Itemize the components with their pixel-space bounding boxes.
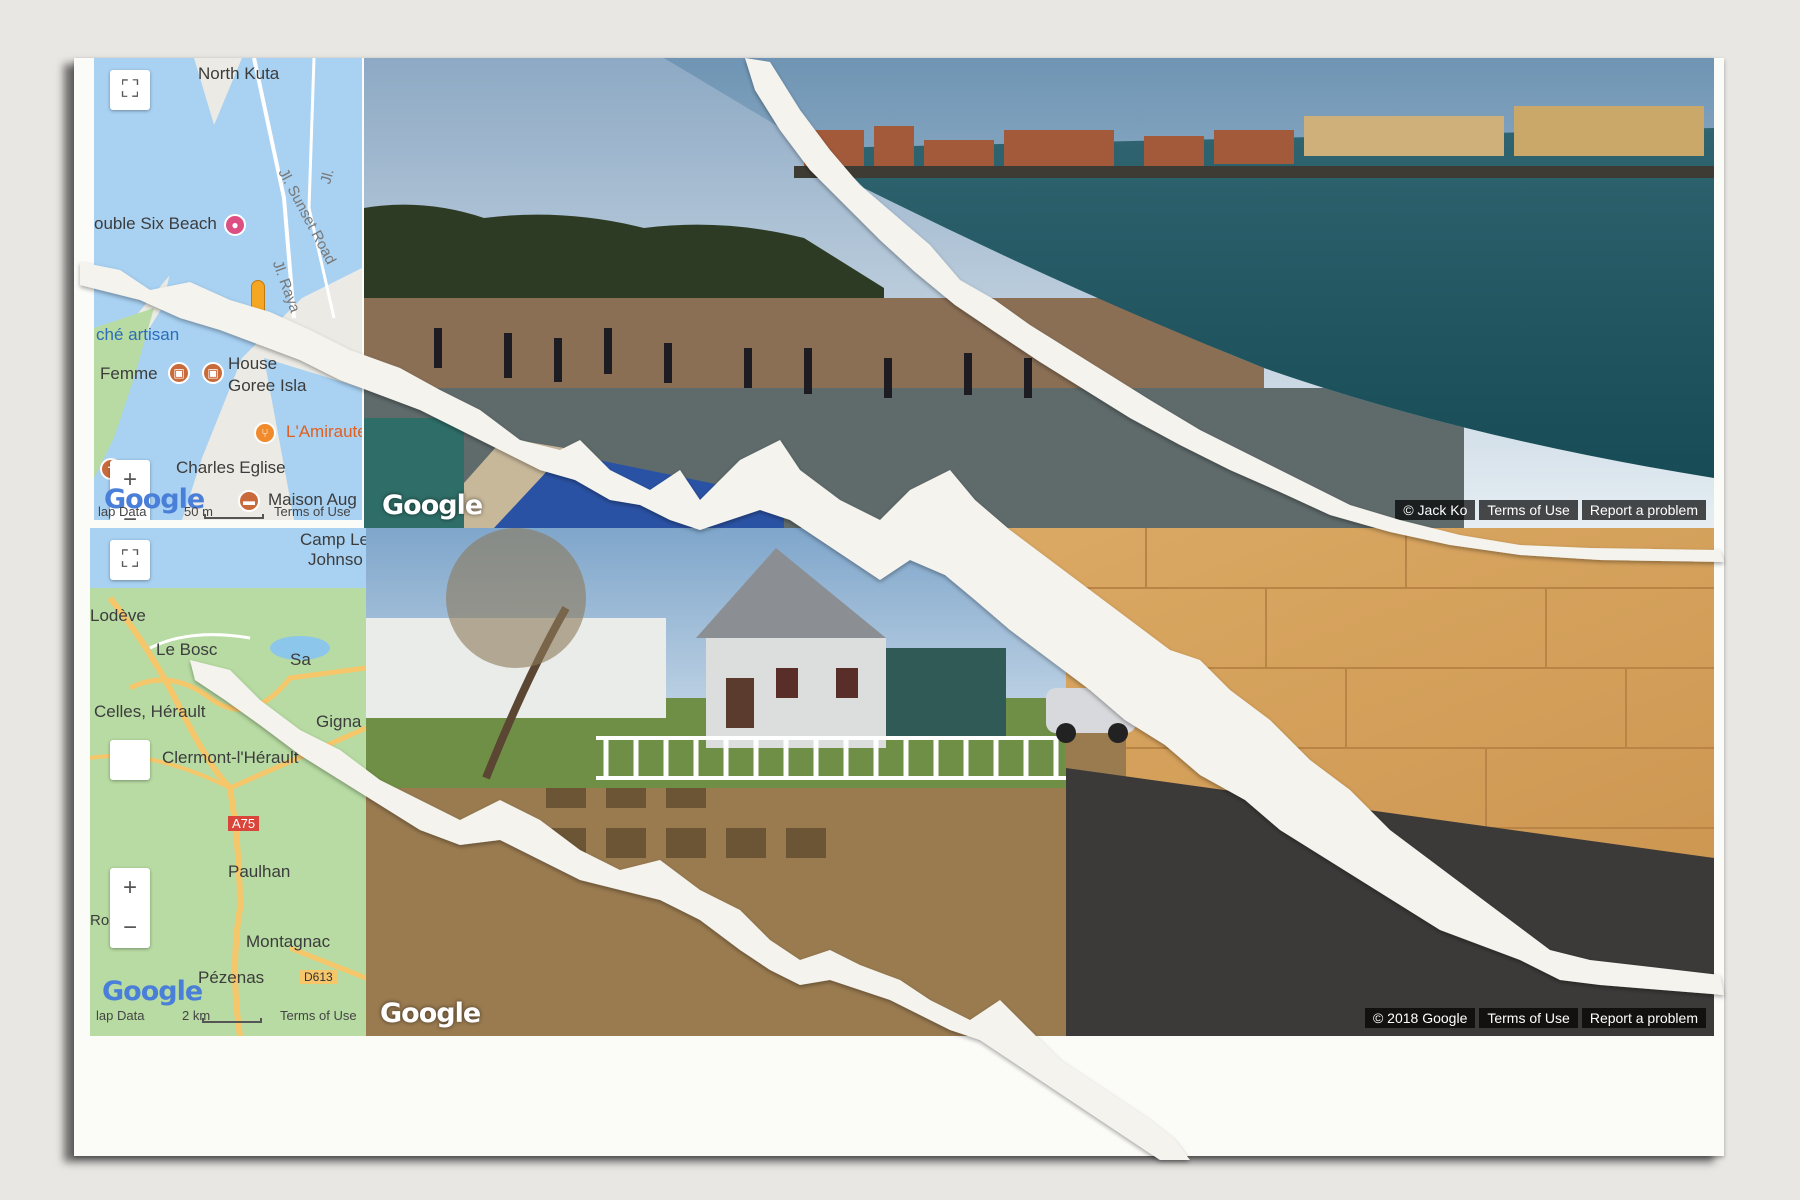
map-label-house: House [228, 354, 278, 373]
fullscreen-icon-bottom[interactable]: ⛶ [110, 540, 150, 580]
hotel-icon: ▬ [238, 490, 260, 512]
sv-bottom-credit: © 2018 Google [1364, 1008, 1476, 1028]
map-panel-bottom[interactable]: ⛶ Camp Le Johnso Lodève Le Bosc Sa Celle… [90, 528, 366, 1036]
map-bottom-blank-control[interactable] [110, 740, 150, 780]
map-label-femme: Femme [100, 364, 158, 383]
sv-top-terms-link[interactable]: Terms of Use [1479, 500, 1578, 520]
map-top-terms-link[interactable]: Terms of Use [274, 504, 351, 519]
map-label-north-kuta: North Kuta [198, 64, 280, 83]
zoom-control-bottom[interactable]: + − [110, 868, 150, 948]
map-label-gigna: Gigna [316, 712, 362, 731]
sv-bottom-terms-link[interactable]: Terms of Use [1479, 1008, 1578, 1028]
map-label-camp: Camp Le [300, 530, 366, 549]
map-label-amiraute: L'Amiraute [286, 422, 362, 441]
map-label-clermont: Clermont-l'Hérault [162, 748, 299, 767]
map-bottom-data-label: lap Data [96, 1008, 145, 1023]
sv-bottom-footer: © 2018 Google Terms of Use Report a prob… [1364, 1008, 1706, 1028]
photo-card: North Kuta ouble Six Beach ● Jl. Sunset … [74, 58, 1724, 1156]
google-logo-sv-bottom: Google [380, 998, 481, 1029]
map-label-sa: Sa [290, 650, 311, 669]
map-label-pezenas: Pézenas [198, 968, 265, 987]
map-top-scale-bar [204, 514, 264, 519]
sv-bottom-report-link[interactable]: Report a problem [1581, 1008, 1706, 1028]
map-label-goree: Goree Isla [228, 376, 307, 395]
streetview-bottom-image [366, 528, 1714, 1036]
streetview-panel-top[interactable]: Google © Jack Ko Terms of Use Report a p… [364, 58, 1714, 528]
map-label-celles: Celles, Hérault [94, 702, 206, 721]
google-logo-map-bottom: Google [102, 976, 203, 1007]
fullscreen-icon[interactable]: ⛶ [110, 70, 150, 110]
pegman-icon[interactable] [251, 280, 265, 316]
map-label-marche: ché artisan [96, 325, 180, 344]
zoom-in-button-bottom[interactable]: + [110, 868, 150, 908]
map-top-canvas [94, 58, 362, 520]
map-label-ro: Ro [90, 912, 110, 929]
map-label-charles: Charles Eglise [176, 458, 286, 477]
map-label-lodeve: Lodève [90, 606, 146, 625]
streetview-top-image [364, 58, 1714, 528]
map-label-d613: D613 [300, 970, 337, 984]
sv-top-footer: © Jack Ko Terms of Use Report a problem [1395, 500, 1706, 520]
google-logo-sv-top: Google [382, 490, 483, 521]
restaurant-icon: ⑂ [254, 422, 276, 444]
streetview-panel-bottom[interactable]: Google © 2018 Google Terms of Use Report… [366, 528, 1714, 1036]
map-bottom-terms-link[interactable]: Terms of Use [280, 1008, 357, 1023]
map-bottom-scale-bar [202, 1018, 262, 1023]
map-label-bosc: Le Bosc [156, 640, 218, 659]
museum-icon-2: ▣ [202, 362, 224, 384]
map-top-data-label: lap Data [98, 504, 147, 519]
map-bottom-canvas [90, 528, 366, 1036]
zoom-out-button-bottom[interactable]: − [110, 908, 150, 948]
map-label-montagnac: Montagnac [246, 932, 331, 951]
map-label-double-six: ouble Six Beach [94, 214, 217, 233]
sv-top-credit: © Jack Ko [1395, 500, 1476, 520]
map-label-paulhan: Paulhan [228, 862, 291, 881]
map-label-a75: A75 [228, 816, 260, 831]
beach-pin-icon[interactable]: ● [224, 214, 246, 236]
museum-icon: ▣ [168, 362, 190, 384]
sv-top-report-link[interactable]: Report a problem [1581, 500, 1706, 520]
map-panel-top[interactable]: North Kuta ouble Six Beach ● Jl. Sunset … [94, 58, 362, 520]
map-label-johns: Johnso [308, 550, 363, 569]
